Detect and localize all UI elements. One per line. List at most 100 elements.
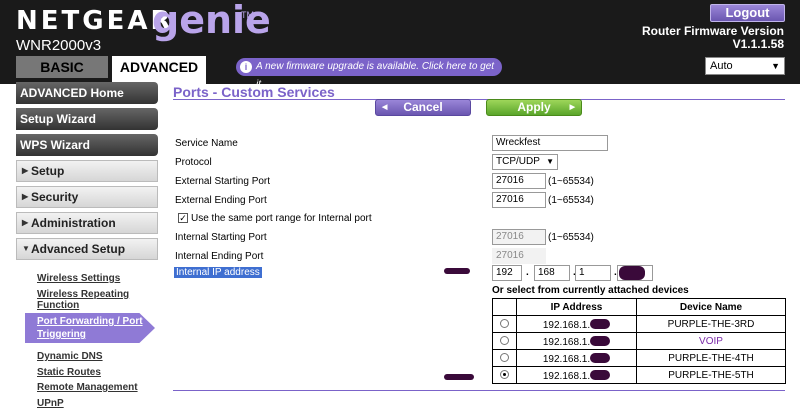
range-hint: (1~65534) bbox=[548, 195, 594, 206]
ext-start-port-input[interactable]: 27016 bbox=[492, 173, 546, 189]
divider bbox=[173, 99, 785, 100]
device-name-cell: VOIP bbox=[636, 332, 786, 350]
genie-logo: genie bbox=[152, 0, 271, 42]
redaction-mark bbox=[444, 374, 474, 380]
radio-cell[interactable] bbox=[492, 366, 517, 384]
chevron-down-icon: ▼ bbox=[546, 157, 554, 166]
int-end-label: Internal Ending Port bbox=[175, 251, 264, 262]
ext-end-port-input[interactable]: 27016 bbox=[492, 192, 546, 208]
apply-arrow-icon: ▶ bbox=[569, 104, 575, 111]
expand-arrow-icon: ▶ bbox=[22, 166, 29, 175]
int-start-port-input[interactable]: 27016 bbox=[492, 229, 546, 245]
int-start-label: Internal Starting Port bbox=[175, 232, 267, 243]
expand-arrow-icon: ▶ bbox=[22, 218, 29, 227]
table-row[interactable]: 192.168.1. PURPLE-THE-5TH bbox=[492, 366, 786, 384]
redaction-mark bbox=[590, 352, 611, 363]
sidebar-sub-label: Triggering bbox=[37, 329, 86, 340]
sidebar-item-security[interactable]: ▶ Security bbox=[16, 186, 158, 208]
range-hint: (1~65534) bbox=[548, 176, 594, 187]
device-radio[interactable] bbox=[500, 336, 509, 345]
range-hint: (1~65534) bbox=[548, 232, 594, 243]
ip-cell: 192.168.1. bbox=[516, 315, 637, 333]
firmware-upgrade-notice[interactable]: i A new firmware upgrade is available. C… bbox=[236, 58, 502, 90]
chevron-down-icon: ▼ bbox=[771, 61, 780, 71]
protocol-select[interactable]: TCP/UDP ▼ bbox=[492, 154, 558, 170]
same-range-checkbox[interactable]: ✓ bbox=[178, 213, 188, 223]
sidebar-sub-upnp[interactable]: UPnP bbox=[37, 398, 64, 409]
table-row[interactable]: 192.168.1. PURPLE-THE-3RD bbox=[492, 315, 786, 333]
language-select[interactable]: Auto ▼ bbox=[705, 57, 785, 75]
sidebar-sub-remote-management[interactable]: Remote Management bbox=[37, 382, 138, 393]
sidebar-sub-static-routes[interactable]: Static Routes bbox=[37, 367, 101, 378]
table-header-row: IP Address Device Name bbox=[492, 298, 786, 316]
device-name-cell: PURPLE-THE-4TH bbox=[636, 349, 786, 367]
logout-button[interactable]: Logout bbox=[710, 4, 785, 22]
table-row[interactable]: 192.168.1. PURPLE-THE-4TH bbox=[492, 349, 786, 367]
radio-cell[interactable] bbox=[492, 332, 517, 350]
apply-button[interactable]: Apply ▶ bbox=[486, 99, 582, 116]
redaction-mark bbox=[590, 335, 611, 346]
sidebar-sub-dynamic-dns[interactable]: Dynamic DNS bbox=[37, 351, 103, 362]
language-value: Auto bbox=[710, 60, 733, 72]
service-name-label: Service Name bbox=[175, 138, 238, 149]
sidebar-sub-wireless-repeating[interactable]: Wireless Repeating Function bbox=[37, 289, 129, 311]
sidebar-item-administration[interactable]: ▶ Administration bbox=[16, 212, 158, 234]
sidebar-sub-wireless-settings[interactable]: Wireless Settings bbox=[37, 273, 120, 284]
same-range-label: Use the same port range for Internal por… bbox=[191, 213, 372, 224]
column-header: Device Name bbox=[636, 298, 786, 316]
sidebar-item-setup-wizard[interactable]: Setup Wizard bbox=[16, 108, 158, 130]
radio-cell[interactable] bbox=[492, 349, 517, 367]
info-icon: i bbox=[240, 61, 252, 73]
column-header bbox=[492, 298, 517, 316]
tab-basic[interactable]: BASIC bbox=[16, 56, 108, 78]
sidebar-item-advanced-setup[interactable]: ▼ Advanced Setup bbox=[16, 238, 158, 260]
sidebar-item-label: Security bbox=[31, 190, 79, 204]
sidebar-sub-label: Wireless Repeating bbox=[37, 289, 130, 300]
netgear-logo: NETGEAR bbox=[16, 6, 174, 36]
firmware-version: V1.1.1.58 bbox=[732, 37, 784, 51]
table-row[interactable]: 192.168.1. VOIP bbox=[492, 332, 786, 350]
sidebar: ADVANCED Home Setup Wizard WPS Wizard ▶ … bbox=[16, 82, 158, 409]
ip-dot: . bbox=[526, 267, 529, 278]
ip-prefix: 192.168.1. bbox=[542, 370, 591, 382]
protocol-label: Protocol bbox=[175, 157, 212, 168]
ip-prefix: 192.168.1. bbox=[542, 336, 591, 348]
trademark-mark: TM bbox=[241, 10, 254, 20]
radio-cell[interactable] bbox=[492, 315, 517, 333]
device-radio[interactable] bbox=[500, 353, 509, 362]
redaction-mark bbox=[590, 318, 611, 329]
protocol-value: TCP/UDP bbox=[496, 156, 540, 167]
apply-label: Apply bbox=[517, 100, 551, 114]
sidebar-item-setup[interactable]: ▶ Setup bbox=[16, 160, 158, 182]
ip-cell: 192.168.1. bbox=[516, 366, 637, 384]
collapse-arrow-icon: ▼ bbox=[22, 244, 30, 253]
tab-advanced[interactable]: ADVANCED bbox=[112, 56, 206, 84]
cancel-arrow-icon: ◀ bbox=[382, 104, 388, 111]
sidebar-item-advanced-home[interactable]: ADVANCED Home bbox=[16, 82, 158, 104]
sidebar-sub-port-forwarding[interactable]: Port Forwarding / Port Triggering bbox=[37, 315, 143, 341]
sidebar-item-label: Advanced Setup bbox=[31, 242, 126, 256]
ip-cell: 192.168.1. bbox=[516, 349, 637, 367]
sidebar-sub-label: Port Forwarding / Port bbox=[37, 316, 143, 327]
ext-end-label: External Ending Port bbox=[175, 195, 267, 206]
redaction-mark bbox=[619, 266, 645, 280]
ext-start-label: External Starting Port bbox=[175, 176, 271, 187]
ip-prefix: 192.168.1. bbox=[542, 353, 591, 365]
sidebar-item-label: Administration bbox=[31, 216, 116, 230]
ip-octet-1[interactable]: 192 bbox=[492, 265, 522, 281]
firmware-label: Router Firmware Version bbox=[641, 24, 784, 38]
column-header: IP Address bbox=[516, 298, 637, 316]
divider bbox=[173, 390, 785, 391]
device-radio[interactable] bbox=[500, 319, 509, 328]
ip-address-label: Internal IP address bbox=[174, 267, 262, 278]
ip-octet-2[interactable]: 168 bbox=[534, 265, 570, 281]
service-name-input[interactable]: Wreckfest bbox=[492, 135, 608, 151]
sidebar-item-label: Setup bbox=[31, 164, 65, 178]
sidebar-item-wps-wizard[interactable]: WPS Wizard bbox=[16, 134, 158, 156]
sidebar-sub-label: Function bbox=[37, 300, 80, 311]
attached-devices-table: IP Address Device Name 192.168.1. PURPLE… bbox=[492, 298, 786, 384]
ip-octet-3[interactable]: 1 bbox=[575, 265, 611, 281]
device-radio-selected[interactable] bbox=[500, 370, 509, 379]
model-name: WNR2000v3 bbox=[16, 37, 102, 54]
cancel-button[interactable]: ◀ Cancel bbox=[375, 99, 471, 116]
